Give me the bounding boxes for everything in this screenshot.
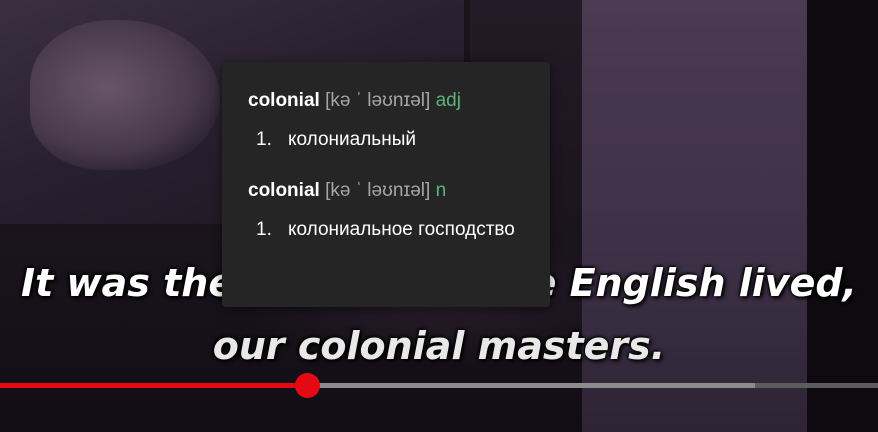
entry-transcription: [kə ˈ ləʊnɪəl] (325, 90, 431, 111)
sense-list: 1. колониальный (248, 128, 524, 152)
entry-headline: colonial [kə ˈ ləʊnɪəl] adj (248, 90, 524, 112)
sense-number: 1. (256, 129, 272, 150)
entry-part-of-speech: adj (435, 90, 461, 111)
sense-number: 1. (256, 219, 272, 240)
dictionary-entry: colonial [kə ˈ ləʊnɪəl] n 1. колониально… (248, 180, 524, 242)
progress-played (0, 383, 308, 388)
entry-part-of-speech: n (435, 180, 447, 201)
entry-headline: colonial [kə ˈ ləʊnɪəl] n (248, 180, 524, 202)
sense-list: 1. колониальное господство (248, 218, 524, 242)
sense-item: 1. колониальный (248, 128, 524, 152)
scene-hand (30, 20, 220, 170)
entry-word: colonial (248, 180, 320, 201)
dictionary-entry: colonial [kə ˈ ləʊnɪəl] adj 1. колониаль… (248, 90, 524, 152)
subtitle-line-2[interactable]: our colonial masters. (0, 315, 878, 378)
entry-transcription: [kə ˈ ləʊnɪəl] (325, 180, 431, 201)
sense-item: 1. колониальное господство (248, 218, 524, 242)
progress-bar[interactable] (0, 373, 878, 398)
entry-word: colonial (248, 90, 320, 111)
dictionary-popup: colonial [kə ˈ ləʊnɪəl] adj 1. колониаль… (222, 62, 550, 307)
sense-translation: колониальный (288, 129, 416, 150)
sense-translation: колониальное господство (288, 219, 515, 240)
